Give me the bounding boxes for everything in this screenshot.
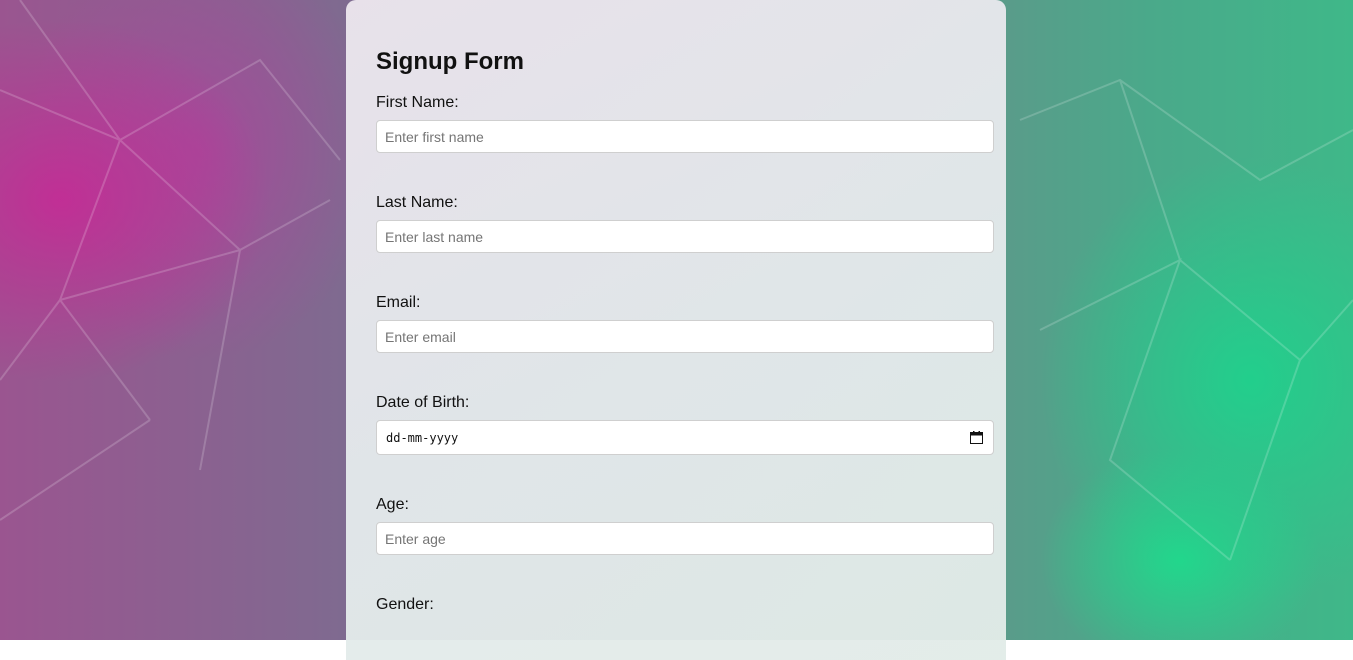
dob-label: Date of Birth: bbox=[376, 394, 470, 411]
age-input[interactable] bbox=[376, 522, 994, 555]
gender-field: Gender: bbox=[376, 596, 994, 614]
age-field: Age: bbox=[376, 496, 994, 555]
form-title: Signup Form bbox=[376, 48, 524, 75]
email-label: Email: bbox=[376, 294, 421, 311]
first-name-input[interactable] bbox=[376, 120, 994, 153]
last-name-input[interactable] bbox=[376, 220, 994, 253]
first-name-field: First Name: bbox=[376, 94, 994, 153]
last-name-field: Last Name: bbox=[376, 194, 994, 253]
email-field: Email: bbox=[376, 294, 994, 353]
signup-card: Signup Form First Name: Last Name: Email… bbox=[346, 0, 1006, 660]
gender-label: Gender: bbox=[376, 596, 434, 613]
dob-field: Date of Birth: dd-mm-yyyy bbox=[376, 394, 994, 455]
first-name-label: First Name: bbox=[376, 94, 459, 111]
dob-placeholder: dd-mm-yyyy bbox=[386, 430, 459, 445]
email-input[interactable] bbox=[376, 320, 994, 353]
calendar-icon[interactable] bbox=[970, 431, 983, 444]
last-name-label: Last Name: bbox=[376, 194, 458, 211]
age-label: Age: bbox=[376, 496, 409, 513]
dob-input[interactable]: dd-mm-yyyy bbox=[376, 420, 994, 455]
